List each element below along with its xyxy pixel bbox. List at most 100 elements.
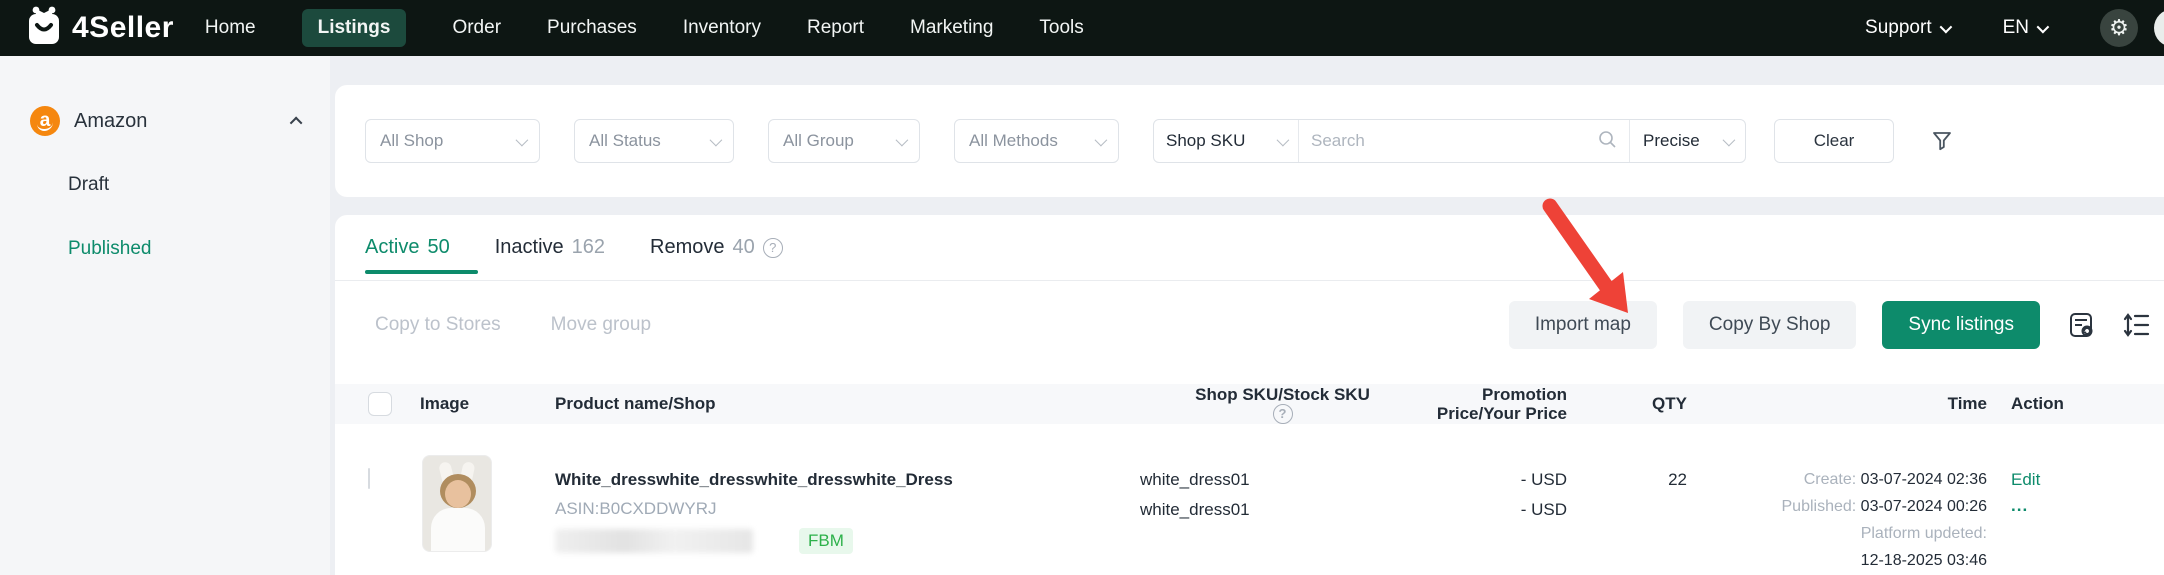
sync-listings-button[interactable]: Sync listings (1882, 301, 2040, 349)
search-box (1299, 120, 1629, 162)
sidebar-item-published[interactable]: Published (68, 238, 330, 260)
all-group-value: All Group (783, 131, 854, 151)
nav-item-listings[interactable]: Listings (302, 9, 407, 47)
match-mode-value: Precise (1643, 131, 1700, 151)
tab-active-label: Active (365, 236, 419, 259)
chevron-down-icon (710, 133, 723, 146)
tab-inactive[interactable]: Inactive 162 (495, 236, 605, 259)
edit-link[interactable]: Edit (2011, 470, 2164, 490)
tab-remove[interactable]: Remove 40 ? (650, 236, 783, 259)
product-cell: White_dresswhite_dresswhite_dresswhite_D… (555, 424, 1140, 575)
tab-remove-label: Remove (650, 236, 724, 259)
search-field-select[interactable]: Shop SKU (1154, 120, 1299, 162)
settings-button[interactable]: ⚙ (2100, 9, 2138, 47)
promotion-price: - USD (1425, 470, 1567, 490)
listings-page: 4Seller Home Listings Order Purchases In… (0, 0, 2164, 575)
search-icon (1597, 129, 1617, 154)
fulfillment-badge: FBM (799, 528, 853, 554)
clear-button[interactable]: Clear (1774, 119, 1894, 163)
chevron-down-icon (1939, 20, 1952, 33)
nav-links: Home Listings Order Purchases Inventory … (205, 9, 1084, 47)
all-shop-value: All Shop (380, 131, 443, 151)
table-header: Image Product name/Shop Shop SKU/Stock S… (335, 384, 2164, 424)
nav-item-report[interactable]: Report (807, 17, 864, 39)
chevron-down-icon (1723, 133, 1736, 146)
create-label: Create: (1804, 471, 1856, 488)
header-price: Promotion Price/Your Price (1425, 384, 1600, 424)
column-settings-icon[interactable] (2066, 310, 2096, 340)
nav-item-tools[interactable]: Tools (1039, 17, 1083, 39)
sidebar-item-draft[interactable]: Draft (68, 174, 330, 196)
nav-right: Support EN ⚙ (1865, 9, 2138, 47)
time-cell: Create: 03-07-2024 02:36 Published: 03-0… (1730, 424, 2000, 575)
header-qty: QTY (1600, 384, 1730, 424)
support-dropdown[interactable]: Support (1865, 17, 1949, 39)
all-status-value: All Status (589, 131, 661, 151)
chevron-down-icon (2037, 20, 2050, 33)
sidebar-item-amazon[interactable]: a Amazon (30, 106, 302, 136)
support-label: Support (1865, 17, 1932, 39)
nav-item-marketing[interactable]: Marketing (910, 17, 993, 39)
chevron-down-icon (516, 133, 529, 146)
all-shop-select[interactable]: All Shop (365, 119, 540, 163)
all-group-select[interactable]: All Group (768, 119, 920, 163)
filter-funnel-icon[interactable] (1930, 129, 1954, 153)
copy-by-shop-button[interactable]: Copy By Shop (1683, 301, 1856, 349)
import-map-button[interactable]: Import map (1509, 301, 1657, 349)
help-icon[interactable]: ? (1273, 404, 1293, 424)
header-sku-label: Shop SKU/Stock SKU (1195, 385, 1370, 404)
row-checkbox[interactable] (368, 468, 370, 489)
select-all-checkbox[interactable] (368, 392, 392, 416)
nav-item-home[interactable]: Home (205, 17, 256, 39)
header-image: Image (420, 384, 555, 424)
published-value: 03-07-2024 00:26 (1861, 498, 1987, 515)
action-cell: Edit ... (2000, 424, 2164, 575)
search-group: Shop SKU Precise (1153, 119, 1746, 163)
nav-item-purchases[interactable]: Purchases (547, 17, 637, 39)
published-label: Published: (1782, 498, 1857, 515)
search-field-value: Shop SKU (1166, 131, 1245, 151)
nav-item-inventory[interactable]: Inventory (683, 17, 761, 39)
language-dropdown[interactable]: EN (2003, 17, 2046, 39)
all-methods-select[interactable]: All Methods (954, 119, 1119, 163)
match-mode-select[interactable]: Precise (1629, 120, 1745, 162)
tab-remove-count: 40 (733, 236, 755, 259)
status-tabs: Active 50 Inactive 162 Remove 40 ? (335, 215, 2164, 281)
shop-sku: white_dress01 (1140, 470, 1425, 490)
header-action: Action (2000, 384, 2164, 424)
brand[interactable]: 4Seller (26, 6, 174, 51)
header-time: Time (1730, 384, 2000, 424)
amazon-icon: a (30, 106, 60, 136)
header-product: Product name/Shop (555, 384, 1140, 424)
language-label: EN (2003, 17, 2029, 39)
active-tab-underline (365, 270, 478, 274)
search-input[interactable] (1311, 131, 1589, 151)
tab-active[interactable]: Active 50 (365, 236, 450, 259)
avatar[interactable] (2154, 9, 2164, 47)
product-image[interactable] (422, 455, 492, 552)
gear-icon: ⚙ (2109, 15, 2129, 41)
table-row: White_dresswhite_dresswhite_dresswhite_D… (335, 424, 2164, 575)
your-price: - USD (1425, 500, 1567, 520)
row-height-icon[interactable] (2122, 310, 2152, 340)
nav-item-order[interactable]: Order (452, 17, 501, 39)
product-asin: ASIN:B0CXDDWYRJ (555, 499, 1140, 519)
tab-inactive-label: Inactive (495, 236, 564, 259)
header-sku: Shop SKU/Stock SKU ? (1140, 384, 1425, 424)
more-actions-link[interactable]: ... (2011, 496, 2164, 516)
price-cell: - USD - USD (1425, 424, 1600, 575)
platform-updated-label: Platform updeted: (1730, 520, 1987, 547)
all-status-select[interactable]: All Status (574, 119, 734, 163)
help-icon[interactable]: ? (763, 238, 783, 258)
move-group-button[interactable]: Move group (551, 314, 651, 336)
copy-to-stores-button[interactable]: Copy to Stores (375, 314, 501, 336)
qty-cell: 22 (1600, 424, 1730, 575)
listings-panel: Active 50 Inactive 162 Remove 40 ? Copy … (335, 215, 2164, 575)
main-content: All Shop All Status All Group All Method… (330, 56, 2164, 575)
all-methods-value: All Methods (969, 131, 1058, 151)
product-name[interactable]: White_dresswhite_dresswhite_dresswhite_D… (555, 470, 1140, 490)
brand-name: 4Seller (72, 11, 174, 45)
platform-label: Amazon (74, 110, 147, 133)
chevron-down-icon (1095, 133, 1108, 146)
sku-cell: white_dress01 white_dress01 (1140, 424, 1425, 575)
